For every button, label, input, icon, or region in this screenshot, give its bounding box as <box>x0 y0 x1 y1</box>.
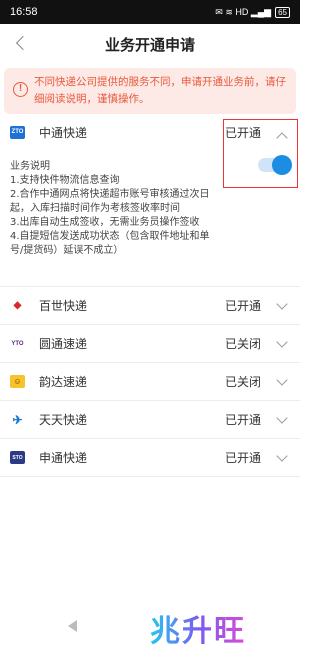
company-row-header[interactable]: ☺ 韵达速递 已关闭 <box>0 363 300 400</box>
notice-text: 不同快递公司提供的服务不同，申请开通业务前，请仔细阅读说明，谨慎操作。 <box>34 76 286 105</box>
company-best: ◆ 百世快递 已开通 <box>0 287 300 325</box>
company-zto: ZTO 中通快递 已开通 业务说明 1.支持快件物流信息查询 2.合作中通网点将… <box>0 117 300 287</box>
company-status: 已关闭 <box>224 337 261 351</box>
company-status: 已开通 <box>224 413 261 427</box>
status-bar: 16:58 ✉ ≋ HD ▂▄▆ 65 <box>0 0 300 24</box>
company-sto: STO 申通快递 已开通 <box>0 439 300 477</box>
company-tiantian: ✈ 天天快递 已开通 <box>0 401 300 439</box>
clock: 16:58 <box>10 6 38 18</box>
company-yto: YTO 圆通速递 已关闭 <box>0 325 300 363</box>
company-status: 已关闭 <box>224 375 261 389</box>
company-row-header[interactable]: ✈ 天天快递 已开通 <box>0 401 300 438</box>
nav-back-icon[interactable] <box>68 620 77 632</box>
company-row-header[interactable]: STO 申通快递 已开通 <box>0 439 300 476</box>
watermark-logo: 兆升旺 <box>150 606 246 650</box>
yto-logo-icon: YTO <box>10 337 25 350</box>
battery-icon: 65 <box>275 6 290 18</box>
description-line: 4.自提短信发送成功状态（包含取件地址和单号/提货码）延误不成立） <box>10 231 210 256</box>
company-yunda: ☺ 韵达速递 已关闭 <box>0 363 300 401</box>
company-row-header[interactable]: ◆ 百世快递 已开通 <box>0 287 300 324</box>
best-logo-icon: ◆ <box>10 299 25 312</box>
page-title: 业务开通申请 <box>104 35 195 54</box>
description-line: 3.出库自动生成签收，无需业务员操作签收 <box>10 217 200 228</box>
zto-logo-icon: ZTO <box>10 125 25 139</box>
company-status: 已开通 <box>224 451 261 465</box>
company-status: 已开通 <box>224 299 261 313</box>
warning-icon: ! <box>13 82 28 97</box>
navbar: 业务开通申请 <box>0 24 300 64</box>
yunda-logo-icon: ☺ <box>10 375 25 388</box>
status-indicators: ✉ ≋ HD ▂▄▆ 65 <box>215 6 290 18</box>
notice-banner: ! 不同快递公司提供的服务不同，申请开通业务前，请仔细阅读说明，谨慎操作。 <box>4 68 296 114</box>
tiantian-logo-icon: ✈ <box>10 413 25 427</box>
description-heading: 业务说明 <box>10 161 50 172</box>
company-row-header[interactable]: YTO 圆通速递 已关闭 <box>0 325 300 362</box>
service-description: 业务说明 1.支持快件物流信息查询 2.合作中通网点将快递超市账号审核通过次日起… <box>10 160 215 258</box>
description-line: 1.支持快件物流信息查询 <box>10 175 120 186</box>
description-line: 2.合作中通网点将快递超市账号审核通过次日起，入库扫描时间作为考核签收率时间 <box>10 189 210 214</box>
back-arrow-icon[interactable] <box>10 32 32 54</box>
service-toggle[interactable] <box>258 155 292 175</box>
toggle-knob <box>272 155 292 175</box>
signal-icons: ✉ ≋ HD ▂▄▆ <box>215 6 272 17</box>
highlight-box <box>223 119 298 188</box>
sto-logo-icon: STO <box>10 451 25 464</box>
